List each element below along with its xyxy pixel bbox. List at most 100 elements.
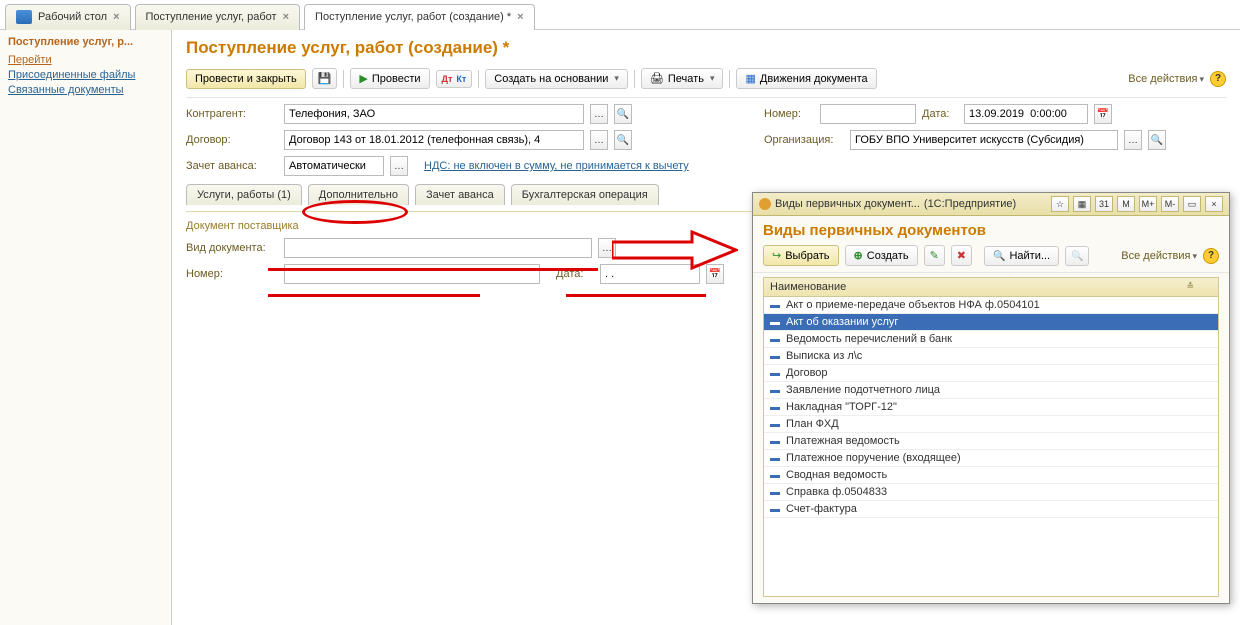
row-contract: Договор: … Организация: … [186, 130, 1226, 150]
contract-input[interactable] [284, 130, 584, 150]
advance-input[interactable] [284, 156, 384, 176]
subtab-accounting[interactable]: Бухгалтерская операция [511, 184, 659, 205]
row-advance: Зачет аванса: … НДС: не включен в сумму,… [186, 156, 1226, 176]
date-label: Дата: [922, 108, 958, 120]
tab-close-icon[interactable]: × [113, 11, 119, 23]
list-item[interactable]: ▬Акт о приеме-передаче объектов НФА ф.05… [764, 297, 1218, 314]
maximize-button[interactable]: ▭ [1183, 196, 1201, 212]
calendar-icon[interactable] [1094, 104, 1112, 124]
edit-button[interactable] [924, 245, 945, 266]
subtab-additional[interactable]: Дополнительно [308, 184, 409, 205]
divider [634, 70, 635, 88]
list-item[interactable]: ▬Договор [764, 365, 1218, 382]
item-icon: ▬ [770, 334, 780, 345]
choose-button[interactable]: ↪ Выбрать [763, 245, 839, 266]
list-item[interactable]: ▬ Заявление подотчетного лица [764, 382, 1218, 399]
dt-kt-icon[interactable]: ДтКт [436, 70, 473, 88]
dialog-titlebar[interactable]: Виды первичных документ... (1С:Предприят… [753, 193, 1229, 216]
list-header[interactable]: Наименование ≛ [763, 277, 1219, 297]
all-actions-button[interactable]: Все действия [1121, 250, 1197, 262]
movements-button[interactable]: ▦ Движения документа [736, 68, 876, 89]
item-label: Выписка из л\с [786, 350, 862, 362]
list-item[interactable]: ▬План ФХД [764, 416, 1218, 433]
search-icon [993, 250, 1005, 262]
titlebar-btn[interactable]: ☆ [1051, 196, 1069, 212]
delete-button[interactable] [951, 245, 972, 266]
vat-link[interactable]: НДС: не включен в сумму, не принимается … [424, 160, 689, 172]
sidebar-link-attached[interactable]: Присоединенные файлы [8, 69, 163, 81]
save-button[interactable] [312, 68, 338, 89]
list-item[interactable]: ▬Платежное поручение (входящее) [764, 450, 1218, 467]
help-icon[interactable]: ? [1210, 71, 1226, 87]
select-button[interactable]: … [590, 130, 608, 150]
subtab-services[interactable]: Услуги, работы (1) [186, 184, 302, 205]
calendar-icon[interactable] [706, 264, 724, 284]
help-icon[interactable]: ? [1203, 248, 1219, 264]
all-actions-button[interactable]: Все действия [1128, 73, 1204, 85]
tab-doc-create[interactable]: Поступление услуг, работ (создание) * × [304, 4, 535, 30]
list-item[interactable]: ▬Выписка из л\с [764, 348, 1218, 365]
item-label: Накладная "ТОРГ-12" [786, 401, 897, 413]
number-input[interactable] [820, 104, 916, 124]
docnum-input[interactable] [284, 264, 540, 284]
list-item[interactable]: ▬Справка ф.0504833 [764, 484, 1218, 501]
m-plus-button[interactable]: M+ [1139, 196, 1157, 212]
list-item[interactable]: ▬Счет-фактура [764, 501, 1218, 518]
item-label: Заявление подотчетного лица [786, 384, 940, 396]
select-button[interactable]: … [1124, 130, 1142, 150]
tab-doc-list[interactable]: Поступление услуг, работ × [135, 4, 301, 30]
subtab-advance[interactable]: Зачет аванса [415, 184, 505, 205]
close-button[interactable]: × [1205, 196, 1223, 212]
search-icon[interactable] [1148, 130, 1166, 150]
list-item[interactable]: ▬Акт об оказании услуг [764, 314, 1218, 331]
list-item[interactable]: ▬Сводная ведомость [764, 467, 1218, 484]
page-title: Поступление услуг, работ (создание) * [186, 38, 1226, 58]
contractor-label: Контрагент: [186, 108, 278, 120]
clear-find-button[interactable] [1065, 246, 1089, 266]
create-based-on-button[interactable]: Создать на основании [485, 69, 628, 89]
item-icon: ▬ [770, 436, 780, 447]
select-button[interactable]: … [390, 156, 408, 176]
list-item[interactable]: ▬ Накладная "ТОРГ-12" [764, 399, 1218, 416]
annotation-underline [566, 294, 706, 297]
item-label: Договор [786, 367, 828, 379]
search-icon[interactable] [614, 104, 632, 124]
printer-icon [650, 72, 664, 85]
doctype-input[interactable] [284, 238, 592, 258]
list-item[interactable]: ▬Ведомость перечислений в банк [764, 331, 1218, 348]
print-button[interactable]: Печать [641, 68, 724, 89]
post-and-close-button[interactable]: Провести и закрыть [186, 69, 306, 89]
item-label: Счет-фактура [786, 503, 857, 515]
document-types-list: ▬Акт о приеме-передаче объектов НФА ф.05… [763, 297, 1219, 597]
select-button[interactable]: … [590, 104, 608, 124]
item-icon: ▬ [770, 402, 780, 413]
docnum-label: Номер: [186, 268, 278, 280]
item-label: Сводная ведомость [786, 469, 887, 481]
post-button[interactable]: ▶ Провести [350, 68, 429, 89]
titlebar-btn[interactable]: ▦ [1073, 196, 1091, 212]
date-input[interactable] [964, 104, 1088, 124]
tab-close-icon[interactable]: × [517, 11, 523, 23]
list-item[interactable]: ▬Платежная ведомость [764, 433, 1218, 450]
item-label: Справка ф.0504833 [786, 486, 887, 498]
m-button[interactable]: M [1117, 196, 1135, 212]
contractor-input[interactable] [284, 104, 584, 124]
docdate-input[interactable] [600, 264, 700, 284]
search-icon[interactable] [614, 130, 632, 150]
sidebar-link-related[interactable]: Связанные документы [8, 84, 163, 96]
org-input[interactable] [850, 130, 1118, 150]
main-toolbar: Провести и закрыть ▶ Провести ДтКт Созда… [186, 64, 1226, 98]
m-minus-button[interactable]: M- [1161, 196, 1179, 212]
item-label: Акт об оказании услуг [786, 316, 898, 328]
titlebar-btn[interactable]: 31 [1095, 196, 1113, 212]
org-label: Организация: [764, 134, 844, 146]
select-button[interactable]: … [598, 238, 616, 258]
tab-close-icon[interactable]: × [283, 11, 289, 23]
row-contractor: Контрагент: … Номер: Дата: [186, 104, 1226, 124]
tab-desktop[interactable]: Рабочий стол × [5, 4, 131, 30]
divider [729, 70, 730, 88]
annotation-underline [268, 294, 480, 297]
item-icon: ▬ [770, 385, 780, 396]
find-button[interactable]: Найти... [984, 246, 1059, 266]
create-button[interactable]: ⊕ Создать [845, 245, 918, 266]
